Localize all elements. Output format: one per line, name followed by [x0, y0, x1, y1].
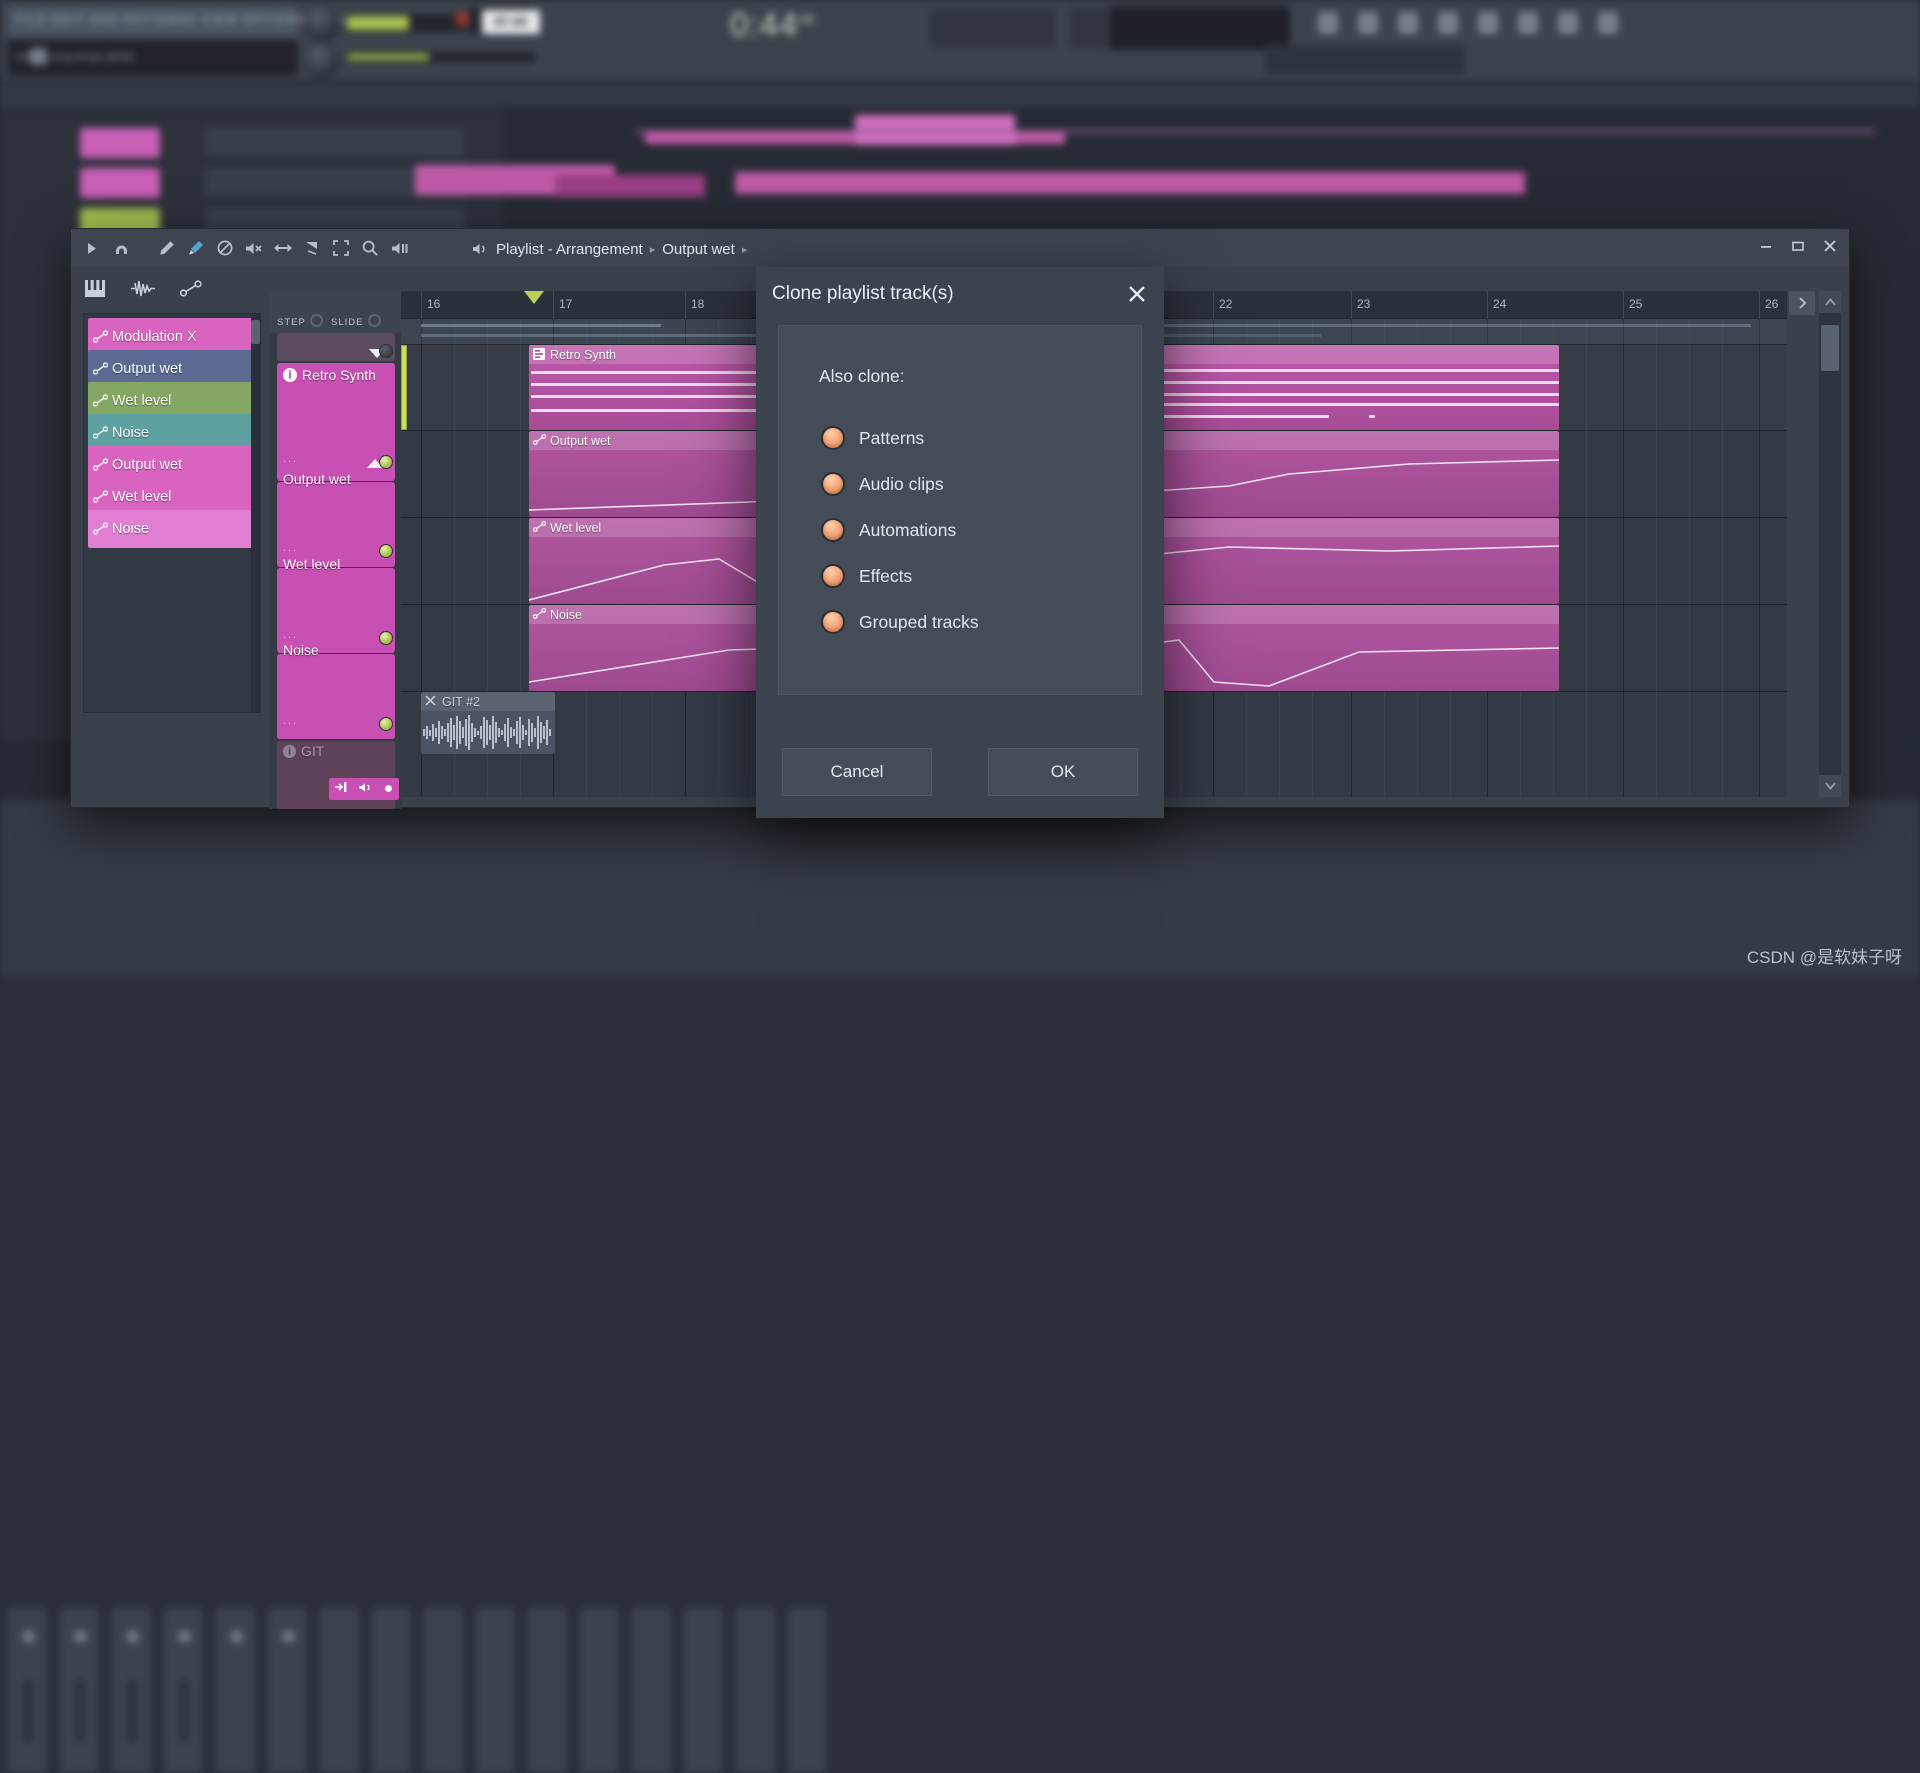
- option-automations-label: Automations: [859, 520, 956, 541]
- clone-playlist-tracks-dialog[interactable]: Clone playlist track(s) Also clone: Patt…: [756, 267, 1164, 818]
- option-effects[interactable]: Effects: [821, 564, 912, 588]
- cancel-button[interactable]: Cancel: [782, 748, 932, 796]
- option-grouped-tracks[interactable]: Grouped tracks: [821, 610, 979, 634]
- close-icon[interactable]: [1122, 279, 1152, 309]
- radio-effects[interactable]: [821, 564, 845, 588]
- dialog-subtitle: Also clone:: [819, 366, 905, 387]
- option-grouped-tracks-label: Grouped tracks: [859, 612, 979, 633]
- radio-audio-clips[interactable]: [821, 472, 845, 496]
- option-audio-clips-label: Audio clips: [859, 474, 944, 495]
- ok-button[interactable]: OK: [988, 748, 1138, 796]
- dialog-title: Clone playlist track(s): [772, 283, 954, 305]
- radio-grouped-tracks[interactable]: [821, 610, 845, 634]
- option-patterns-label: Patterns: [859, 428, 924, 449]
- option-audio-clips[interactable]: Audio clips: [821, 472, 944, 496]
- dialog-options-panel: Also clone: Patterns Audio clips Automat…: [778, 325, 1142, 695]
- radio-automations[interactable]: [821, 518, 845, 542]
- option-automations[interactable]: Automations: [821, 518, 956, 542]
- option-effects-label: Effects: [859, 566, 912, 587]
- watermark: CSDN @是软妹子呀: [1747, 943, 1902, 968]
- option-patterns[interactable]: Patterns: [821, 426, 924, 450]
- radio-patterns[interactable]: [821, 426, 845, 450]
